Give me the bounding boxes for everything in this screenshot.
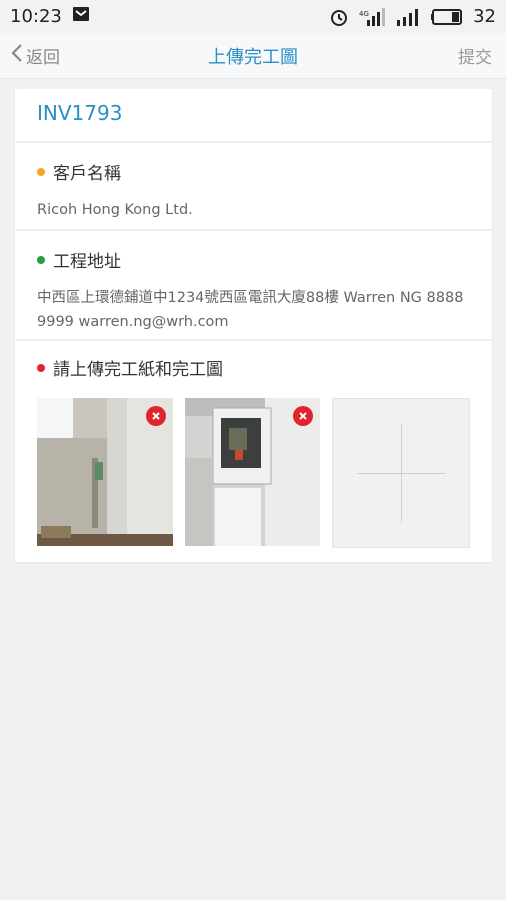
alarm-icon — [329, 7, 349, 27]
customer-section: 客戶名稱 Ricoh Hong Kong Ltd. — [15, 143, 492, 231]
chevron-left-icon — [10, 43, 24, 68]
uploaded-photo[interactable] — [184, 398, 321, 546]
uploaded-photo[interactable] — [37, 398, 173, 546]
page-title: 上傳完工圖 — [208, 46, 298, 68]
address-label: 工程地址 — [53, 252, 121, 272]
address-value: 中西區上環德鋪道中1234號西區電訊大廈88樓 Warren NG 8888 9… — [37, 290, 464, 330]
customer-name: Ricoh Hong Kong Ltd. — [37, 202, 193, 218]
wifi-signal-icon: 4G — [359, 7, 386, 26]
notification-icon — [72, 6, 90, 27]
upload-label: 請上傳完工紙和完工圖 — [53, 360, 223, 380]
customer-label: 客戶名稱 — [53, 164, 121, 184]
invoice-section: INV1793 — [15, 89, 492, 143]
invoice-number: INV1793 — [37, 101, 123, 125]
job-card: INV1793 客戶名稱 Ricoh Hong Kong Ltd. 工程地址 中… — [15, 89, 492, 562]
nav-bar: 返回 上傳完工圖 提交 — [0, 33, 506, 79]
address-dot-icon — [37, 255, 45, 264]
battery-level: 32 — [473, 6, 496, 27]
photo-grid — [37, 398, 471, 548]
back-button[interactable]: 返回 — [0, 43, 60, 68]
svg-text:4G: 4G — [359, 10, 369, 18]
upload-section: 請上傳完工紙和完工圖 — [15, 341, 492, 562]
customer-dot-icon — [37, 167, 45, 176]
status-time: 10:23 — [10, 6, 62, 27]
address-section: 工程地址 中西區上環德鋪道中1234號西區電訊大廈88樓 Warren NG 8… — [15, 231, 492, 341]
remove-photo-button[interactable] — [145, 406, 166, 426]
cell-signal-icon — [395, 8, 421, 26]
submit-button[interactable]: 提交 — [458, 43, 506, 68]
back-label: 返回 — [26, 48, 60, 68]
upload-dot-icon — [37, 363, 45, 372]
status-bar: 10:23 4G 32 — [0, 0, 506, 33]
add-photo-button[interactable] — [332, 398, 471, 548]
battery-icon — [431, 8, 463, 25]
